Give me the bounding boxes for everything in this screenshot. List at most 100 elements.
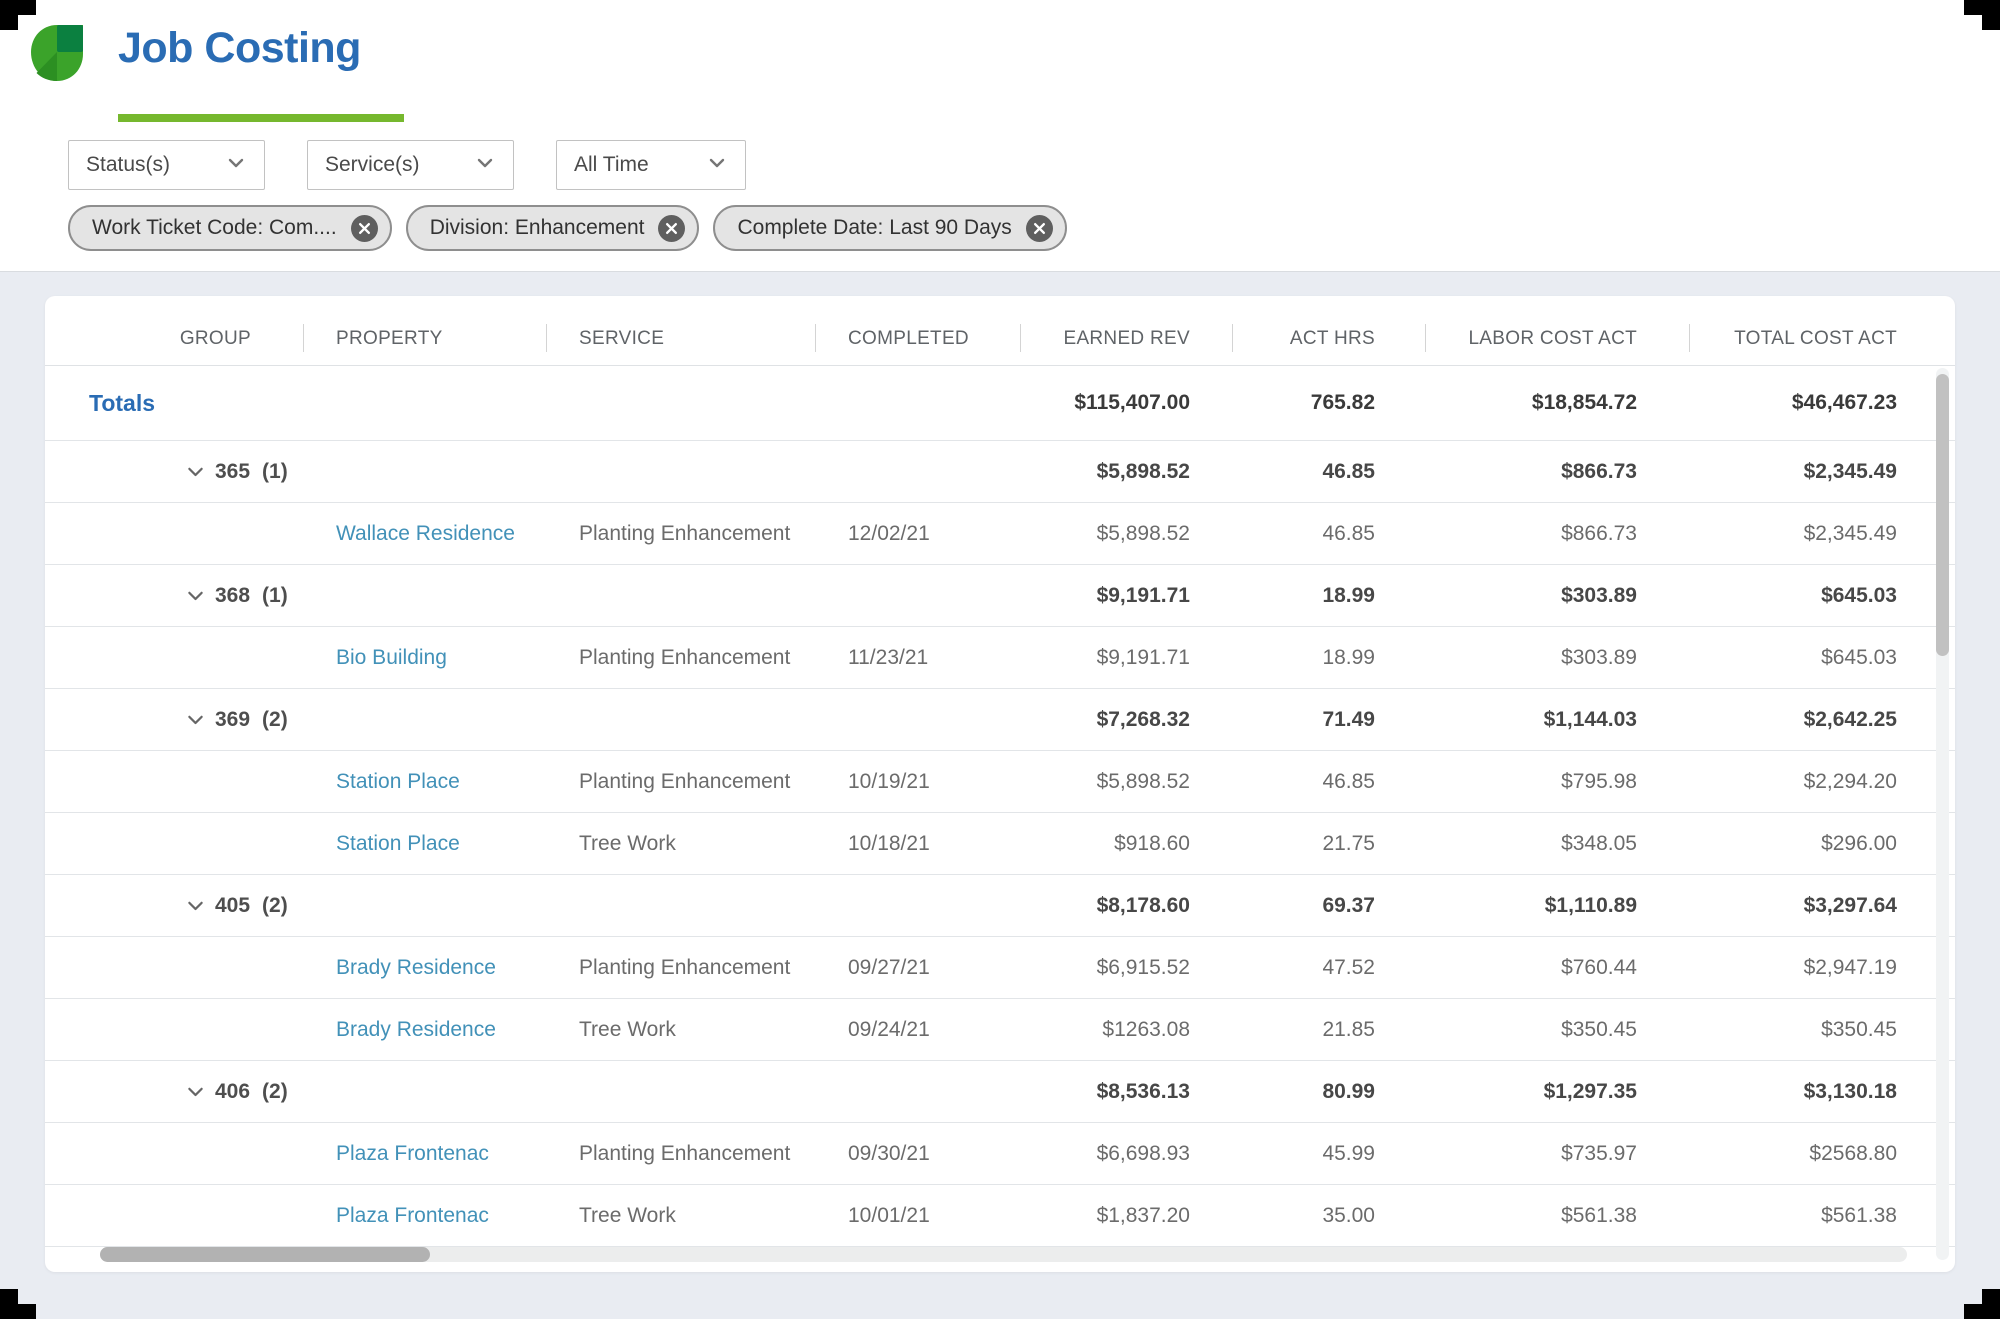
chevron-down-icon[interactable] [185, 709, 206, 730]
column-header-act-hrs[interactable]: ACT HRS [1232, 328, 1425, 350]
property-link[interactable]: Brady Residence [336, 1018, 496, 1041]
group-cell: 365 (1) [45, 460, 546, 484]
group-count: (2) [262, 894, 288, 918]
column-header-completed[interactable]: COMPLETED [815, 328, 1020, 350]
earned-rev-value: $7,268.32 [1020, 708, 1232, 732]
work-ticket-code-chip[interactable]: Work Ticket Code: Com.... [68, 205, 392, 251]
completed-value: 10/18/21 [815, 832, 1020, 856]
total-cost-value: $2568.80 [1689, 1142, 1915, 1166]
division-chip-label: Division: Enhancement [430, 216, 645, 240]
vertical-scrollbar-thumb[interactable] [1936, 374, 1949, 656]
horizontal-scrollbar[interactable] [100, 1247, 1907, 1262]
earned-rev-value: $9,191.71 [1020, 646, 1232, 670]
service-value: Planting Enhancement [546, 770, 815, 794]
division-chip[interactable]: Division: Enhancement [406, 205, 700, 251]
act-hrs-value: 71.49 [1232, 708, 1425, 732]
column-header-total-cost-act[interactable]: TOTAL COST ACT [1689, 328, 1915, 350]
property-link[interactable]: Station Place [336, 832, 460, 855]
act-hrs-value: 35.00 [1232, 1204, 1425, 1228]
property-link[interactable]: Bio Building [336, 646, 447, 669]
earned-rev-value: $9,191.71 [1020, 584, 1232, 608]
time-filter-label: All Time [574, 153, 649, 177]
top-header-band: Job Costing Status(s) Service(s) All Tim… [0, 0, 2000, 272]
labor-cost-value: $795.98 [1425, 770, 1689, 794]
chevron-down-icon[interactable] [185, 895, 206, 916]
status-filter-dropdown[interactable]: Status(s) [68, 140, 265, 190]
column-header-service[interactable]: SERVICE [546, 328, 815, 350]
service-value: Planting Enhancement [546, 1142, 815, 1166]
act-hrs-value: 18.99 [1232, 584, 1425, 608]
remove-filter-icon[interactable] [351, 215, 378, 242]
labor-cost-value: $866.73 [1425, 460, 1689, 484]
labor-cost-value: $1,110.89 [1425, 894, 1689, 918]
table-row-detail: Bio Building Planting Enhancement 11/23/… [45, 627, 1955, 689]
filter-chips: Work Ticket Code: Com.... Division: Enha… [68, 205, 1067, 251]
vertical-scrollbar[interactable] [1936, 368, 1949, 1260]
totals-row: Totals $115,407.00 765.82 $18,854.72 $46… [45, 366, 1955, 441]
group-label: 406 [215, 1080, 250, 1104]
leaf-icon [30, 24, 84, 82]
group-cell: 368 (1) [45, 584, 546, 608]
completed-value: 09/24/21 [815, 1018, 1020, 1042]
service-filter-label: Service(s) [325, 153, 420, 177]
completed-value: 12/02/21 [815, 522, 1020, 546]
service-filter-dropdown[interactable]: Service(s) [307, 140, 514, 190]
status-filter-label: Status(s) [86, 153, 170, 177]
group-cell: 369 (2) [45, 708, 546, 732]
total-cost-value: $645.03 [1689, 646, 1915, 670]
total-cost-value: $2,642.25 [1689, 708, 1915, 732]
completed-value: 10/19/21 [815, 770, 1020, 794]
total-cost-value: $350.45 [1689, 1018, 1915, 1042]
totals-earned-rev: $115,407.00 [1020, 391, 1232, 415]
property-link[interactable]: Plaza Frontenac [336, 1204, 489, 1227]
group-label: 405 [215, 894, 250, 918]
act-hrs-value: 69.37 [1232, 894, 1425, 918]
table-row-detail: Brady Residence Tree Work 09/24/21 $1263… [45, 999, 1955, 1061]
chevron-down-icon[interactable] [185, 585, 206, 606]
group-count: (1) [262, 584, 288, 608]
property-link[interactable]: Brady Residence [336, 956, 496, 979]
total-cost-value: $2,345.49 [1689, 460, 1915, 484]
act-hrs-value: 80.99 [1232, 1080, 1425, 1104]
property-link[interactable]: Station Place [336, 770, 460, 793]
group-count: (2) [262, 1080, 288, 1104]
remove-filter-icon[interactable] [1026, 215, 1053, 242]
group-count: (2) [262, 708, 288, 732]
chevron-down-icon[interactable] [185, 1081, 206, 1102]
column-header-earned-rev[interactable]: EARNED REV [1020, 328, 1232, 350]
horizontal-scrollbar-thumb[interactable] [100, 1247, 430, 1262]
completed-value: 09/27/21 [815, 956, 1020, 980]
service-value: Planting Enhancement [546, 956, 815, 980]
corner-mark [0, 1289, 36, 1319]
app-leaf-logo [30, 24, 84, 82]
work-ticket-code-chip-label: Work Ticket Code: Com.... [92, 216, 337, 240]
total-cost-value: $645.03 [1689, 584, 1915, 608]
group-cell: 406 (2) [45, 1080, 546, 1104]
labor-cost-value: $735.97 [1425, 1142, 1689, 1166]
labor-cost-value: $866.73 [1425, 522, 1689, 546]
chevron-down-icon [705, 151, 729, 180]
time-filter-dropdown[interactable]: All Time [556, 140, 746, 190]
total-cost-value: $296.00 [1689, 832, 1915, 856]
chevron-down-icon[interactable] [185, 461, 206, 482]
group-cell: 405 (2) [45, 894, 546, 918]
column-header-property[interactable]: PROPERTY [303, 328, 546, 350]
act-hrs-value: 21.85 [1232, 1018, 1425, 1042]
act-hrs-value: 18.99 [1232, 646, 1425, 670]
column-header-labor-cost-act[interactable]: LABOR COST ACT [1425, 328, 1689, 350]
earned-rev-value: $6,915.52 [1020, 956, 1232, 980]
table-body: 365 (1) $5,898.52 46.85 $866.73 $2,345.4… [45, 441, 1955, 1247]
labor-cost-value: $1,297.35 [1425, 1080, 1689, 1104]
chevron-down-icon [473, 151, 497, 180]
service-value: Tree Work [546, 1018, 815, 1042]
remove-filter-icon[interactable] [658, 215, 685, 242]
property-link[interactable]: Wallace Residence [336, 522, 515, 545]
property-link[interactable]: Plaza Frontenac [336, 1142, 489, 1165]
complete-date-chip[interactable]: Complete Date: Last 90 Days [713, 205, 1066, 251]
column-header-group[interactable]: GROUP [45, 328, 303, 350]
table-row-detail: Wallace Residence Planting Enhancement 1… [45, 503, 1955, 565]
group-label: 369 [215, 708, 250, 732]
labor-cost-value: $561.38 [1425, 1204, 1689, 1228]
earned-rev-value: $6,698.93 [1020, 1142, 1232, 1166]
act-hrs-value: 46.85 [1232, 770, 1425, 794]
